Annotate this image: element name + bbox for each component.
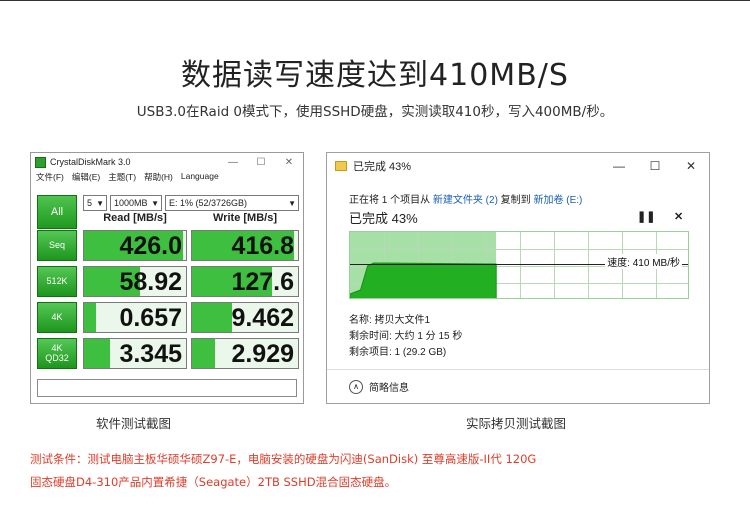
- cdm-title: CrystalDiskMark 3.0: [50, 157, 131, 167]
- maximize-icon[interactable]: ☐: [637, 159, 673, 173]
- fewer-details-toggle[interactable]: ∧ 简略信息: [349, 379, 409, 394]
- 4k-write-cell: 9.462: [191, 302, 299, 333]
- seq-write-value: 416.8: [231, 232, 294, 260]
- 512k-write-cell: 127.6: [191, 266, 299, 297]
- menu-edit[interactable]: 编辑(E): [72, 171, 100, 185]
- time-remaining: 剩余时间: 大约 1 分 15 秒: [349, 331, 463, 342]
- source-folder-link[interactable]: 新建文件夹 (2): [433, 195, 498, 206]
- pause-icon[interactable]: ❚❚: [637, 210, 655, 223]
- speed-curve: [350, 262, 497, 298]
- caption-copy-test: 实际拷贝测试截图: [466, 416, 567, 431]
- read-header: Read [MB/s]: [103, 212, 167, 224]
- copy-titlebar: 已完成 43% — ☐ ✕: [327, 153, 709, 179]
- seq-read-value: 426.0: [119, 232, 182, 260]
- transfer-speed-graph: 速度: 410 MB/秒: [349, 231, 689, 299]
- cdm-titlebar: CrystalDiskMark 3.0 — ☐ ✕: [31, 153, 303, 171]
- page-headline: 数据读写速度达到410MB/S: [181, 58, 569, 93]
- close-icon[interactable]: ✕: [673, 159, 709, 173]
- close-icon[interactable]: ✕: [275, 157, 303, 168]
- cdm-comment-field[interactable]: [37, 379, 297, 397]
- seq-write-cell: 416.8: [191, 230, 299, 261]
- minimize-icon[interactable]: —: [601, 159, 637, 173]
- destination-drive-link[interactable]: 新加卷 (E:): [533, 195, 582, 206]
- cdm-menubar: 文件(F) 编辑(E) 主题(T) 帮助(H) Language: [31, 171, 303, 185]
- seq-test-button[interactable]: Seq: [37, 230, 77, 261]
- test-size-select[interactable]: 1000MB ▼: [110, 195, 162, 211]
- seq-read-cell: 426.0: [83, 230, 187, 261]
- menu-help[interactable]: 帮助(H): [144, 171, 173, 185]
- cancel-icon[interactable]: ✕: [674, 210, 683, 223]
- items-remaining: 剩余项目: 1 (29.2 GB): [349, 347, 447, 358]
- 4k-read-value: 0.657: [119, 304, 182, 332]
- 4k-qd32-write-cell: 2.929: [191, 338, 299, 369]
- 4k-qd32-read-cell: 3.345: [83, 338, 187, 369]
- 4k-read-cell: 0.657: [83, 302, 187, 333]
- 512k-write-value: 127.6: [231, 268, 294, 296]
- caption-software-test: 软件测试截图: [96, 416, 172, 431]
- chevron-up-icon: ∧: [349, 379, 363, 394]
- crystaldiskmark-window: CrystalDiskMark 3.0 — ☐ ✕ 文件(F) 编辑(E) 主题…: [30, 152, 304, 404]
- folder-icon: [335, 161, 347, 171]
- 512k-test-button[interactable]: 512K: [37, 266, 77, 297]
- maximize-icon[interactable]: ☐: [247, 157, 275, 168]
- run-all-button[interactable]: All: [37, 195, 77, 229]
- 4k-qd32-write-value: 2.929: [231, 340, 294, 368]
- minimize-icon[interactable]: —: [219, 157, 247, 168]
- chevron-down-icon: ▼: [288, 198, 296, 208]
- copy-title: 已完成 43%: [353, 161, 412, 173]
- copy-line-prefix: 正在将 1 个项目从: [349, 195, 433, 206]
- cdm-body: All 5 ▼ 1000MB ▼ E: 1% (52/3726GB) ▼ Rea…: [37, 191, 299, 397]
- copy-description: 正在将 1 个项目从 新建文件夹 (2) 复制到 新加卷 (E:): [349, 191, 582, 206]
- 4k-test-button[interactable]: 4K: [37, 302, 77, 333]
- dialog-divider: [327, 369, 709, 370]
- write-header: Write [MB/s]: [213, 212, 277, 224]
- test-count-select[interactable]: 5 ▼: [83, 195, 107, 211]
- page-subline: USB3.0在Raid 0模式下，使用SSHD硬盘，实测读取410秒，写入400…: [136, 104, 614, 120]
- fewer-details-label: 简略信息: [369, 383, 409, 394]
- chevron-down-icon: ▼: [151, 198, 159, 208]
- row-label: 4K: [51, 311, 63, 322]
- menu-file[interactable]: 文件(F): [36, 171, 64, 185]
- 4k-qd32-test-button[interactable]: 4K QD32: [37, 338, 77, 369]
- drive-value: E: 1% (52/3726GB): [169, 198, 248, 208]
- test-conditions-line1: 测试条件：测试电脑主板华硕华硕Z97-E，电脑安装的硬盘为闪迪(SanDisk)…: [30, 452, 537, 466]
- row-label: Seq: [48, 239, 65, 250]
- file-name: 名称: 拷贝大文件1: [349, 315, 431, 326]
- menu-language[interactable]: Language: [181, 171, 219, 185]
- copy-line-mid: 复制到: [497, 195, 534, 206]
- row-label: 512K: [46, 275, 68, 286]
- menu-theme[interactable]: 主题(T): [108, 171, 136, 185]
- copy-percent: 已完成 43%: [349, 211, 418, 226]
- test-count-value: 5: [87, 198, 93, 208]
- row-sublabel: QD32: [45, 352, 69, 363]
- speed-readout: 速度: 410 MB/秒: [605, 254, 682, 269]
- copy-progress-window: 已完成 43% — ☐ ✕ 正在将 1 个项目从 新建文件夹 (2) 复制到 新…: [326, 152, 710, 404]
- test-conditions-line2: 固态硬盘D4-310产品内置希捷（Seagate）2TB SSHD混合固态硬盘。: [30, 475, 397, 489]
- 4k-write-value: 9.462: [231, 304, 294, 332]
- top-divider: [0, 0, 750, 1]
- test-size-value: 1000MB: [114, 198, 148, 208]
- chevron-down-icon: ▼: [96, 198, 104, 208]
- 4k-qd32-read-value: 3.345: [119, 340, 182, 368]
- 512k-read-value: 58.92: [119, 268, 182, 296]
- disk-app-icon: [35, 156, 46, 168]
- 512k-read-cell: 58.92: [83, 266, 187, 297]
- drive-select[interactable]: E: 1% (52/3726GB) ▼: [165, 195, 299, 211]
